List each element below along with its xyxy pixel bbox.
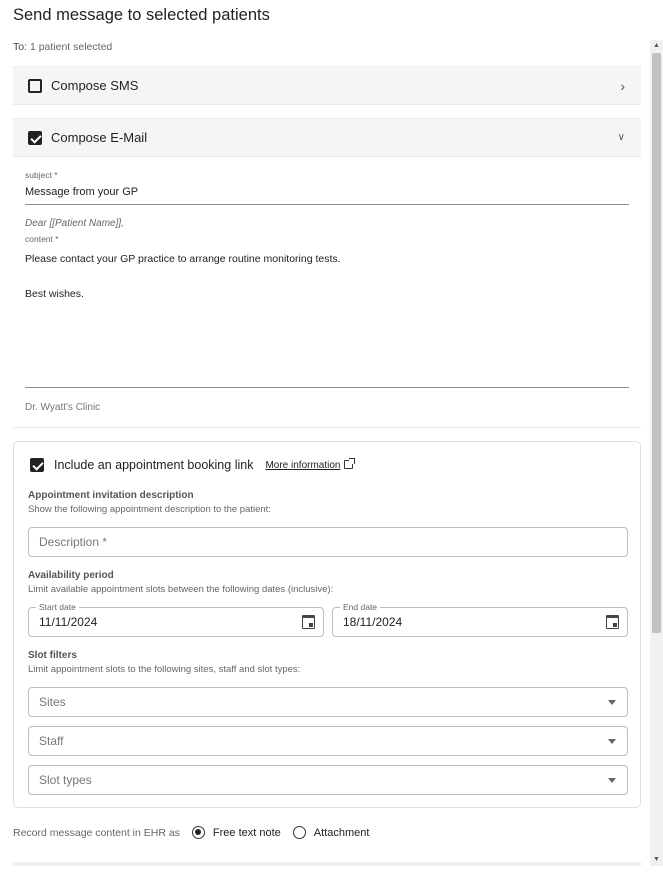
email-checkbox[interactable]: [28, 130, 42, 145]
chevron-down-icon[interactable]: ∨: [618, 132, 625, 143]
start-date-label: Start date: [36, 601, 79, 613]
dropdown-arrow-icon: [608, 700, 616, 705]
booking-checkbox[interactable]: [30, 458, 44, 472]
calendar-icon[interactable]: [606, 615, 619, 629]
end-date-value: 18/11/2024: [343, 615, 403, 629]
more-information-link[interactable]: More information: [265, 457, 356, 471]
dropdown-arrow-icon: [608, 739, 616, 744]
start-date-value: 11/11/2024: [39, 615, 98, 629]
record-option-row: Record message content in EHR as Free te…: [13, 826, 369, 839]
email-label: Compose E-Mail: [51, 130, 148, 145]
filters-desc: Limit appointment slots to the following…: [28, 664, 301, 675]
scroll-down-arrow-icon[interactable]: ▼: [650, 854, 663, 866]
availability-title: Availability period: [28, 570, 114, 581]
scrollbar-thumb[interactable]: [652, 53, 661, 633]
sites-label: Sites: [39, 695, 66, 709]
dialog-title: Send message to selected patients: [13, 6, 270, 24]
chevron-right-icon[interactable]: ›: [620, 78, 625, 94]
end-date-label: End date: [340, 601, 381, 613]
free-text-radio[interactable]: [191, 826, 205, 839]
staff-label: Staff: [39, 734, 64, 748]
subject-label: subject *: [25, 170, 58, 180]
sms-panel: Compose SMS ›: [13, 66, 641, 105]
scroll-up-arrow-icon[interactable]: ▲: [650, 40, 663, 52]
attachment-label: Attachment: [313, 826, 370, 839]
calendar-icon[interactable]: [302, 615, 315, 629]
attachment-radio[interactable]: [292, 826, 306, 839]
booking-section: Include an appointment booking link More…: [13, 441, 641, 808]
free-text-label: Free text note: [212, 826, 281, 839]
email-editor: subject * Message from your GP Dear [[Pa…: [13, 158, 641, 428]
invitation-title: Appointment invitation description: [28, 490, 194, 501]
sms-checkbox[interactable]: [28, 78, 42, 93]
description-input[interactable]: Description *: [28, 527, 628, 557]
end-date-field[interactable]: End date 18/11/2024: [332, 601, 628, 637]
start-date-field[interactable]: Start date 11/11/2024: [28, 601, 324, 637]
sites-select[interactable]: Sites: [28, 687, 628, 717]
more-information-label: More information: [265, 459, 341, 471]
sms-label: Compose SMS: [51, 78, 139, 93]
external-link-icon: [344, 457, 356, 469]
subject-input[interactable]: Message from your GP: [25, 186, 629, 205]
recipients-line: To: 1 patient selected: [13, 41, 112, 53]
booking-label: Include an appointment booking link: [54, 458, 254, 472]
slot-types-select[interactable]: Slot types: [28, 765, 628, 795]
content-textarea[interactable]: Please contact your GP practice to arran…: [25, 251, 629, 388]
staff-select[interactable]: Staff: [28, 726, 628, 756]
booking-toggle-row: Include an appointment booking link More…: [14, 455, 356, 475]
sms-accordion-header[interactable]: Compose SMS ›: [13, 66, 641, 105]
filters-title: Slot filters: [28, 650, 77, 661]
signoff-text: Dr. Wyatt's Clinic: [25, 402, 101, 413]
email-panel: Compose E-Mail ∨: [13, 118, 641, 157]
dropdown-arrow-icon: [608, 778, 616, 783]
greeting-text: Dear [[Patient Name]],: [25, 218, 124, 229]
footer-strip: [13, 862, 641, 866]
invitation-desc: Show the following appointment descripti…: [28, 504, 271, 515]
scrollbar[interactable]: ▲ ▼: [650, 40, 663, 866]
recipients-count: 1 patient selected: [29, 41, 113, 53]
record-label: Record message content in EHR as: [13, 826, 180, 839]
slot-types-label: Slot types: [39, 773, 92, 787]
content-label: content *: [25, 234, 59, 244]
to-label: To:: [13, 41, 28, 53]
availability-desc: Limit available appointment slots betwee…: [28, 584, 334, 595]
email-accordion-header[interactable]: Compose E-Mail ∨: [13, 118, 641, 157]
